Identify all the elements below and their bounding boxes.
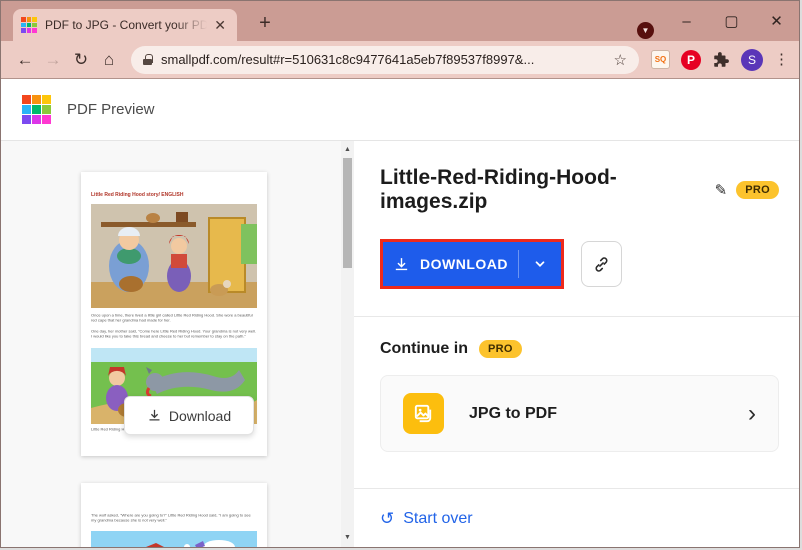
jpg-to-pdf-icon bbox=[403, 393, 444, 434]
smallpdf-logo[interactable] bbox=[22, 95, 51, 124]
window-controls: – ▢ ✕ bbox=[664, 1, 799, 41]
file-title-row: Little-Red-Riding-Hood-images.zip ✎ PRO bbox=[380, 166, 779, 214]
home-icon[interactable]: ⌂ bbox=[95, 46, 123, 74]
download-icon bbox=[149, 409, 160, 421]
download-button-highlight: DOWNLOAD bbox=[380, 239, 564, 289]
browser-window: PDF to JPG - Convert your PDF ✕ + ▼ – ▢ … bbox=[0, 0, 800, 548]
section-divider bbox=[354, 488, 799, 489]
minimize-button[interactable]: – bbox=[664, 1, 709, 41]
browser-tab[interactable]: PDF to JPG - Convert your PDF ✕ bbox=[13, 9, 237, 41]
continue-label: Continue in bbox=[380, 340, 468, 357]
preview-scrollbar[interactable]: ▲ ▼ bbox=[341, 141, 354, 547]
site-header: PDF Preview bbox=[1, 79, 799, 141]
storybook-illustration-kitchen bbox=[91, 204, 257, 308]
storybook-page2-paragraph: The wolf asked, "Where are you going to?… bbox=[91, 513, 251, 523]
edit-filename-icon[interactable]: ✎ bbox=[715, 181, 728, 199]
browser-toolbar: ← → ↻ ⌂ smallpdf.com/result#r=510631c8c9… bbox=[1, 41, 799, 79]
section-divider bbox=[354, 316, 799, 317]
action-panel: Little-Red-Riding-Hood-images.zip ✎ PRO … bbox=[354, 141, 799, 547]
pinterest-extension-icon[interactable]: P bbox=[681, 49, 701, 70]
storybook-title: Little Red Riding Hood story/ ENGLISH bbox=[91, 192, 184, 198]
address-bar[interactable]: smallpdf.com/result#r=510631c8c9477641a5… bbox=[131, 45, 639, 74]
main-content: Little Red Riding Hood story/ ENGLISH On… bbox=[1, 141, 799, 547]
download-button-label: DOWNLOAD bbox=[420, 256, 508, 272]
extensions-puzzle-icon[interactable] bbox=[712, 51, 730, 69]
storybook-paragraph-1: Once upon a time, there lived a little g… bbox=[91, 313, 253, 323]
lock-icon bbox=[143, 54, 153, 65]
download-icon bbox=[395, 257, 408, 270]
share-link-button[interactable] bbox=[581, 241, 622, 287]
jpg-to-pdf-card[interactable]: JPG to PDF › bbox=[380, 375, 779, 452]
storybook-illustration-flowers bbox=[91, 531, 257, 547]
scrollbar-up-icon[interactable]: ▲ bbox=[341, 143, 354, 156]
start-over-label: Start over bbox=[403, 510, 473, 527]
thumbnail-download-label: Download bbox=[168, 407, 232, 424]
forward-icon[interactable]: → bbox=[39, 46, 67, 74]
maximize-button[interactable]: ▢ bbox=[709, 1, 754, 41]
sq-extension-icon[interactable]: SQ bbox=[651, 50, 670, 69]
storybook-paragraph-2: One day, her mother said, "Come here Lit… bbox=[91, 329, 256, 339]
media-control-button[interactable]: ▼ bbox=[637, 22, 654, 39]
link-icon bbox=[595, 256, 608, 272]
restart-icon: ↺ bbox=[380, 509, 395, 528]
browser-menu-icon[interactable]: ⋮ bbox=[774, 52, 789, 67]
continue-row: Continue in PRO bbox=[380, 340, 779, 358]
pdf-page-thumbnail-2[interactable]: The wolf asked, "Where are you going to?… bbox=[81, 483, 267, 547]
file-name: Little-Red-Riding-Hood-images.zip bbox=[380, 166, 617, 213]
download-options-caret[interactable] bbox=[519, 242, 561, 286]
url-text[interactable]: smallpdf.com/result#r=510631c8c9477641a5… bbox=[161, 52, 606, 67]
scrollbar-thumb[interactable] bbox=[343, 158, 352, 268]
download-button-main[interactable]: DOWNLOAD bbox=[383, 242, 518, 286]
tab-title: PDF to JPG - Convert your PDF bbox=[45, 18, 208, 32]
download-split-button[interactable]: DOWNLOAD bbox=[383, 242, 561, 286]
scrollbar-down-icon[interactable]: ▼ bbox=[341, 531, 354, 544]
preview-panel: Little Red Riding Hood story/ ENGLISH On… bbox=[1, 141, 354, 547]
thumbnail-download-button[interactable]: Download bbox=[124, 396, 254, 435]
bookmark-star-icon[interactable]: ☆ bbox=[614, 51, 627, 69]
profile-avatar[interactable]: S bbox=[741, 48, 763, 71]
new-tab-button[interactable]: + bbox=[251, 10, 279, 38]
tab-close-icon[interactable]: ✕ bbox=[211, 17, 229, 34]
browser-titlebar: PDF to JPG - Convert your PDF ✕ + ▼ – ▢ … bbox=[1, 1, 799, 41]
start-over-link[interactable]: ↺ Start over bbox=[380, 509, 779, 529]
extensions-row: SQ P S ⋮ bbox=[647, 48, 789, 71]
back-icon[interactable]: ← bbox=[11, 46, 39, 74]
jpg-to-pdf-label: JPG to PDF bbox=[469, 404, 558, 422]
chevron-right-icon: › bbox=[748, 399, 756, 427]
pro-badge: PRO bbox=[478, 340, 522, 358]
reload-icon[interactable]: ↻ bbox=[67, 46, 95, 74]
pro-badge: PRO bbox=[736, 181, 779, 199]
actions-row: DOWNLOAD bbox=[380, 239, 779, 289]
smallpdf-favicon bbox=[21, 17, 37, 33]
chevron-down-icon bbox=[535, 261, 545, 267]
page-title: PDF Preview bbox=[67, 101, 155, 118]
close-button[interactable]: ✕ bbox=[754, 1, 799, 41]
